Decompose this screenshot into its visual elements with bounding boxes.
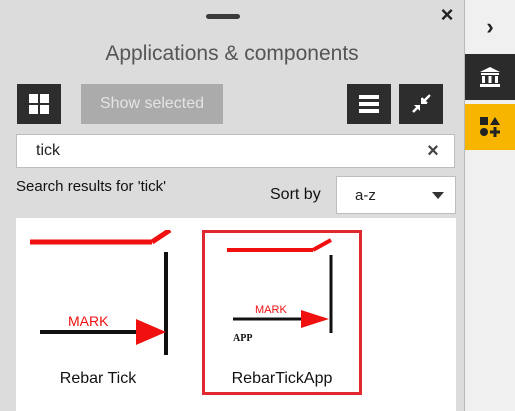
collapse-button[interactable] — [399, 84, 443, 124]
tab-applications-components[interactable] — [465, 104, 515, 150]
clear-search-icon[interactable]: × — [419, 137, 447, 165]
rebartickapp-thumbnail: MARK APP — [227, 238, 333, 344]
side-rail: › — [465, 0, 515, 411]
result-item-label: RebarTickApp — [231, 370, 333, 387]
collapse-icon — [412, 94, 431, 113]
grid-icon — [29, 94, 49, 114]
search-input[interactable] — [17, 135, 416, 167]
rebar-tick-thumbnail: MARK — [30, 230, 172, 355]
close-button[interactable]: × — [435, 3, 459, 27]
list-icon — [359, 95, 379, 113]
grid-view-button[interactable] — [17, 84, 61, 124]
chevron-down-icon — [432, 192, 444, 199]
sort-value: a-z — [355, 187, 376, 204]
components-icon — [480, 117, 500, 137]
search-box: × — [16, 134, 455, 168]
sort-label: Sort by — [270, 186, 321, 203]
mark-text: MARK — [255, 304, 287, 316]
tab-catalog[interactable] — [465, 54, 515, 100]
list-view-button[interactable] — [347, 84, 391, 124]
results-list: MARK Rebar Tick MARK APP RebarTickApp — [16, 218, 456, 411]
museum-icon — [480, 67, 500, 87]
applications-panel: × Applications & components Show selecte… — [0, 0, 465, 411]
result-item-rebar-tick[interactable]: MARK Rebar Tick — [18, 230, 178, 395]
drag-handle-icon[interactable] — [206, 14, 240, 19]
chevron-right-icon[interactable]: › — [465, 14, 515, 40]
panel-title: Applications & components — [105, 42, 359, 65]
results-label: Search results for 'tick' — [16, 178, 166, 195]
mark-text: MARK — [68, 313, 109, 329]
sort-select[interactable]: a-z — [336, 176, 456, 214]
app-text: APP — [233, 333, 252, 344]
result-item-label: Rebar Tick — [59, 370, 137, 387]
show-selected-button[interactable]: Show selected — [81, 84, 223, 124]
result-item-rebartickapp[interactable]: MARK APP RebarTickApp — [202, 230, 362, 395]
